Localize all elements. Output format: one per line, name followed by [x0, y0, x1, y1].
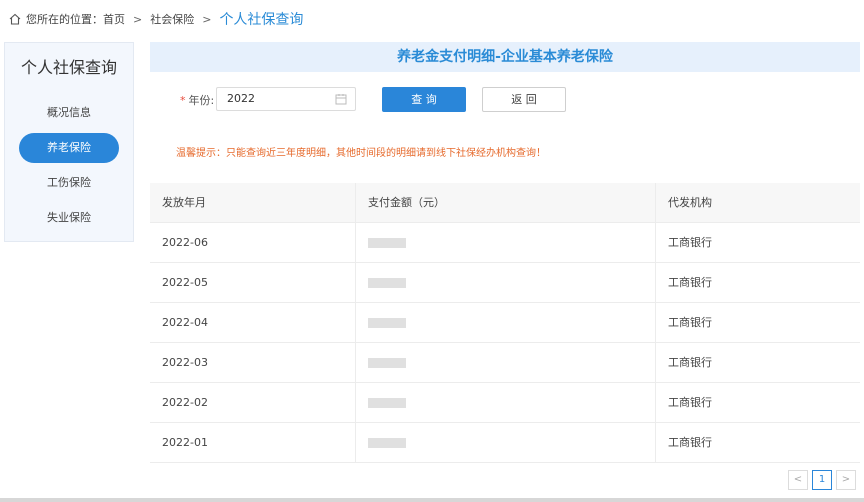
redacted-amount	[368, 318, 406, 328]
amount-cell	[356, 343, 656, 382]
month-cell: 2022-02	[150, 383, 356, 422]
horizontal-scrollbar[interactable]	[0, 498, 864, 502]
redacted-amount	[368, 398, 406, 408]
back-button[interactable]: 返 回	[482, 87, 566, 112]
amount-cell	[356, 263, 656, 302]
breadcrumb-separator: >	[133, 12, 143, 26]
sidebar-item-injury[interactable]: 工伤保险	[19, 168, 119, 198]
breadcrumb-section-link[interactable]: 社会保险	[150, 11, 194, 27]
search-button[interactable]: 查 询	[382, 87, 466, 112]
redacted-amount	[368, 438, 406, 448]
bank-cell: 工商银行	[668, 436, 712, 449]
required-mark: *	[180, 94, 186, 107]
redacted-amount	[368, 238, 406, 248]
bank-cell: 工商银行	[668, 396, 712, 409]
month-cell: 2022-06	[150, 223, 356, 262]
table-row: 2022-02 工商银行	[150, 383, 860, 423]
month-cell: 2022-04	[150, 303, 356, 342]
sidebar: 个人社保查询 概况信息 养老保险 工伤保险 失业保险	[4, 42, 134, 242]
amount-cell	[356, 383, 656, 422]
table-row: 2022-05 工商银行	[150, 263, 860, 303]
home-icon	[9, 13, 21, 25]
notice-text: 温馨提示：只能查询近三年度明细，其他时间段的明细请到线下社保经办机构查询！	[150, 136, 860, 172]
calendar-icon[interactable]	[335, 93, 347, 105]
amount-cell	[356, 223, 656, 262]
month-cell: 2022-01	[150, 423, 356, 462]
month-cell: 2022-03	[150, 343, 356, 382]
table-row: 2022-04 工商银行	[150, 303, 860, 343]
amount-cell	[356, 303, 656, 342]
prev-page-button[interactable]: <	[788, 470, 808, 490]
sidebar-item-pension[interactable]: 养老保险	[19, 133, 119, 163]
pagination: < 1 >	[788, 470, 856, 490]
breadcrumb-home-link[interactable]: 首页	[103, 11, 125, 27]
page-title: 养老金支付明细-企业基本养老保险	[150, 42, 860, 72]
breadcrumb-prefix: 您所在的位置：	[26, 13, 103, 26]
bank-cell: 工商银行	[668, 356, 712, 369]
table-row: 2022-01 工商银行	[150, 423, 860, 463]
column-header: 代发机构	[668, 196, 712, 209]
year-input[interactable]: 2022	[216, 87, 356, 111]
month-cell: 2022-05	[150, 263, 356, 302]
query-bar: * 年份: 2022 查 询 返 回	[150, 72, 860, 124]
breadcrumb-separator: >	[202, 12, 212, 26]
amount-cell	[356, 423, 656, 462]
table-row: 2022-03 工商银行	[150, 343, 860, 383]
year-label: * 年份:	[180, 92, 214, 108]
redacted-amount	[368, 278, 406, 288]
table-header-row: 发放年月 支付金额（元） 代发机构	[150, 183, 860, 223]
year-value: 2022	[227, 92, 255, 105]
column-header: 支付金额（元）	[356, 183, 656, 222]
page-1-button[interactable]: 1	[812, 470, 832, 490]
bank-cell: 工商银行	[668, 236, 712, 249]
sidebar-title: 个人社保查询	[20, 58, 117, 77]
year-label-text: 年份:	[188, 94, 215, 107]
sidebar-item-overview[interactable]: 概况信息	[19, 98, 119, 128]
bank-cell: 工商银行	[668, 316, 712, 329]
bank-cell: 工商银行	[668, 276, 712, 289]
column-header: 发放年月	[150, 183, 356, 222]
next-page-button[interactable]: >	[836, 470, 856, 490]
breadcrumb: 您所在的位置： 首页 > 社会保险 > 个人社保查询	[8, 8, 303, 30]
payment-table: 发放年月 支付金额（元） 代发机构 2022-06 工商银行 2022-05 工…	[150, 183, 860, 463]
breadcrumb-current: 个人社保查询	[219, 12, 304, 28]
redacted-amount	[368, 358, 406, 368]
sidebar-item-unemployment[interactable]: 失业保险	[19, 203, 119, 233]
table-row: 2022-06 工商银行	[150, 223, 860, 263]
